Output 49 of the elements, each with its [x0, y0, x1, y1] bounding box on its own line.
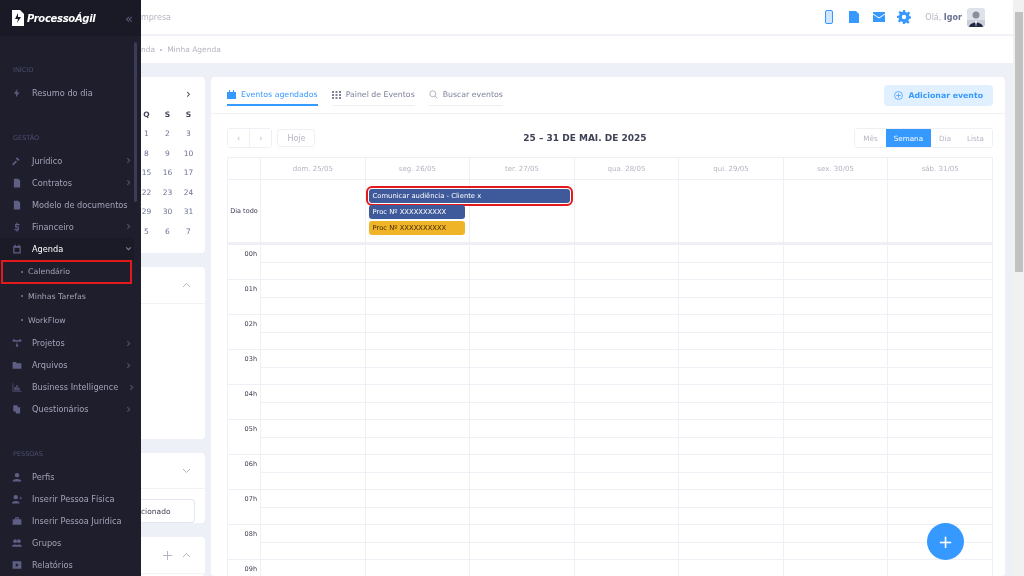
document-icon	[12, 177, 22, 188]
files-icon	[12, 404, 22, 415]
bar-chart-icon	[12, 382, 22, 393]
sidebar-item[interactable]: Inserir Pessoa Física	[0, 488, 134, 511]
plus-icon[interactable]	[163, 550, 172, 560]
scrollbar[interactable]	[1013, 0, 1024, 576]
mail-icon[interactable]	[872, 10, 887, 24]
scrollbar[interactable]	[134, 42, 137, 202]
calendar-icon	[12, 243, 22, 254]
document-icon	[12, 199, 22, 210]
briefcase-icon	[12, 516, 22, 527]
grid-icon	[331, 90, 341, 99]
sidebar-item[interactable]: Projetos	[0, 332, 134, 355]
sidebar-item[interactable]: Resumo do dia	[0, 82, 134, 104]
sidebar-item[interactable]: Grupos	[0, 532, 134, 554]
chevron-icon[interactable]	[182, 466, 191, 476]
sidebar-item[interactable]: Inserir Pessoa Jurídica	[0, 510, 134, 533]
play-icon	[12, 560, 22, 570]
sidebar-item[interactable]: Arquivos	[0, 354, 134, 377]
sidebar-item[interactable]: Business Intelligence	[0, 376, 134, 399]
sidebar-item[interactable]: Contratos	[0, 171, 134, 194]
settings-icon[interactable]	[897, 10, 912, 24]
chevron-icon[interactable]	[182, 550, 191, 560]
gavel-icon	[12, 155, 22, 166]
person-icon	[12, 472, 22, 483]
chevron-icon[interactable]	[182, 280, 191, 290]
lightning-icon	[12, 88, 22, 98]
collapse-icon[interactable]: «	[125, 10, 133, 26]
dollar-icon	[12, 221, 22, 232]
logo-text: ProcessoÁgil	[27, 12, 97, 24]
group-icon	[12, 538, 22, 548]
sidebar-item[interactable]: Relatórios	[0, 554, 134, 576]
sidebar-item[interactable]: Questionários	[0, 398, 134, 421]
add-person-icon	[12, 494, 22, 505]
folder-icon	[12, 360, 22, 371]
search-icon	[428, 90, 438, 99]
logo-icon	[12, 10, 24, 26]
sidebar-item[interactable]: Perfis	[0, 466, 134, 489]
sidebar-item[interactable]: Jurídico	[0, 150, 134, 172]
plus-circle-icon	[894, 90, 904, 100]
calendar-icon	[227, 89, 236, 99]
greeting-text: Olá, Igor	[925, 12, 962, 22]
network-icon	[12, 338, 22, 349]
sidebar-item[interactable]: Financeiro	[0, 215, 134, 238]
sidebar-item[interactable]: Agenda	[0, 237, 134, 260]
document-icon[interactable]	[847, 10, 862, 24]
date-range-title: 25 – 31 DE MAI. DE 2025	[522, 133, 648, 143]
next-month-icon[interactable]: ›	[178, 85, 199, 105]
company-name: mpresa	[141, 12, 172, 22]
